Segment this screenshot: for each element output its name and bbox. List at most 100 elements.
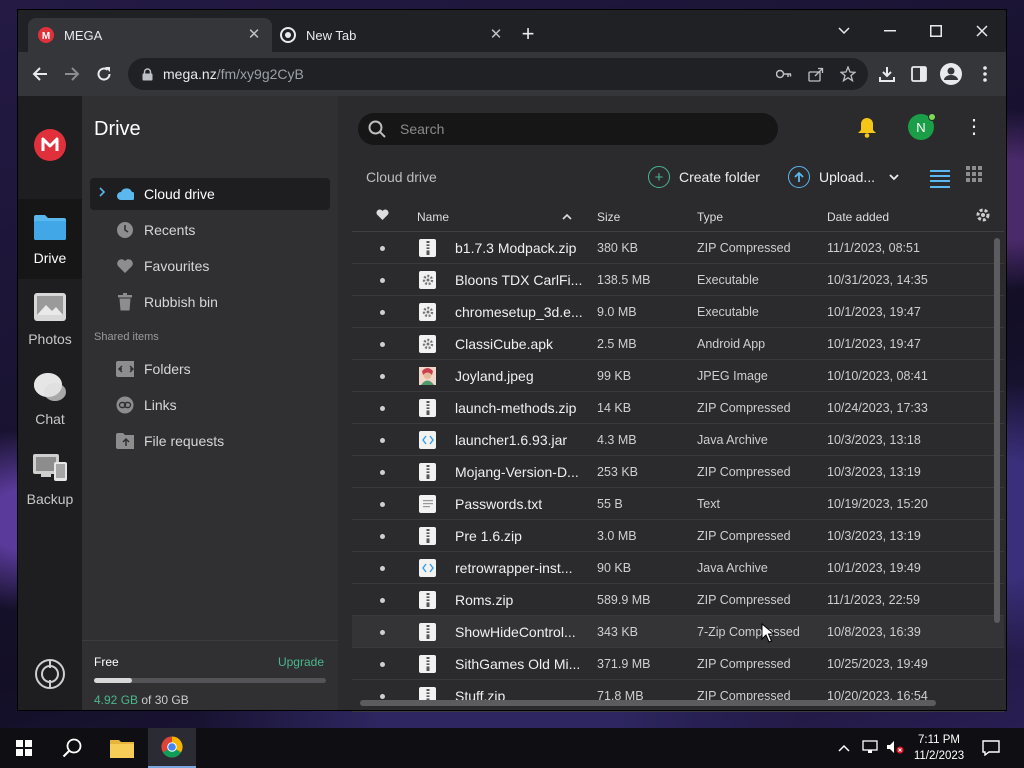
table-row[interactable]: retrowrapper-inst... 90 KB Java Archive 10/… bbox=[352, 552, 1004, 584]
upgrade-link[interactable]: Upgrade bbox=[278, 655, 324, 669]
mouse-cursor-icon bbox=[761, 622, 776, 648]
network-icon[interactable] bbox=[862, 740, 880, 757]
sidebar-item-recents[interactable]: Recents bbox=[90, 214, 330, 246]
taskbar-clock[interactable]: 7:11 PM 11/2/2023 bbox=[908, 732, 970, 764]
tab-search-icon[interactable] bbox=[824, 18, 864, 44]
horizontal-scrollbar[interactable] bbox=[360, 700, 936, 706]
key-icon[interactable] bbox=[775, 67, 792, 84]
zip-file-icon bbox=[419, 591, 436, 609]
tab-new-tab[interactable]: New Tab ✕ bbox=[270, 18, 514, 52]
sidebar-item-cloud-drive[interactable]: Cloud drive bbox=[90, 178, 330, 210]
downloads-icon[interactable] bbox=[873, 60, 901, 88]
chevron-down-icon[interactable] bbox=[889, 173, 899, 181]
chevron-right-icon[interactable] bbox=[98, 186, 106, 200]
favourite-dot[interactable] bbox=[380, 662, 385, 667]
table-row[interactable]: Stuff.zip 71.8 MB ZIP Compressed 10/20/2023… bbox=[352, 680, 1004, 712]
sort-ascending-icon[interactable] bbox=[562, 209, 572, 223]
notification-center-icon[interactable] bbox=[968, 728, 1014, 768]
favourite-dot[interactable] bbox=[380, 694, 385, 699]
share-icon[interactable] bbox=[808, 66, 824, 85]
column-name[interactable]: Name bbox=[417, 210, 449, 224]
mega-logo-icon[interactable] bbox=[34, 129, 66, 166]
rail-photos[interactable]: Photos bbox=[18, 279, 82, 359]
bookmark-star-icon[interactable] bbox=[839, 65, 857, 85]
favourite-dot[interactable] bbox=[380, 470, 385, 475]
column-settings-gear-icon[interactable] bbox=[975, 207, 991, 226]
table-row[interactable]: Bloons TDX CarlFi... 138.5 MB Executable 10… bbox=[352, 264, 1004, 296]
windows-start-icon[interactable] bbox=[0, 728, 48, 768]
rail-drive[interactable]: Drive bbox=[18, 199, 82, 279]
favourite-dot[interactable] bbox=[380, 406, 385, 411]
tab-mega[interactable]: M MEGA ✕ bbox=[28, 18, 272, 52]
table-row[interactable]: ClassiCube.apk 2.5 MB Android App 10/1/2023… bbox=[352, 328, 1004, 360]
forward-icon[interactable] bbox=[58, 60, 86, 88]
sidebar-item-favourites[interactable]: Favourites bbox=[90, 250, 330, 282]
table-row[interactable]: Pre 1.6.zip 3.0 MB ZIP Compressed 10/3/2023… bbox=[352, 520, 1004, 552]
maximize-icon[interactable] bbox=[916, 18, 956, 44]
favourite-dot[interactable] bbox=[380, 438, 385, 443]
favourite-column-heart-icon[interactable] bbox=[376, 209, 389, 224]
favourite-dot[interactable] bbox=[380, 278, 385, 283]
executable-file-icon bbox=[419, 303, 436, 321]
sidebar-item-folders[interactable]: Folders bbox=[90, 353, 330, 385]
notification-bell-icon[interactable] bbox=[856, 116, 878, 143]
browser-menu-icon[interactable] bbox=[971, 60, 999, 88]
favourite-dot[interactable] bbox=[380, 246, 385, 251]
favourite-dot[interactable] bbox=[380, 310, 385, 315]
table-row[interactable]: ShowHideControl... 343 KB 7-Zip Compressed… bbox=[352, 616, 1004, 648]
column-size[interactable]: Size bbox=[597, 210, 620, 224]
table-row[interactable]: b1.7.3 Modpack.zip 380 KB ZIP Compressed 11… bbox=[352, 232, 1004, 264]
address-bar[interactable]: mega.nz/fm/xy9g2CyB bbox=[128, 58, 868, 90]
tray-expand-icon[interactable] bbox=[838, 740, 850, 755]
sidebar-item-label: File requests bbox=[144, 433, 225, 449]
file-explorer-icon[interactable] bbox=[98, 728, 146, 768]
file-date-added: 10/24/2023, 17:33 bbox=[827, 401, 928, 415]
chrome-taskbar-icon[interactable] bbox=[148, 728, 196, 768]
grid-view-icon[interactable] bbox=[966, 166, 990, 190]
trash-icon bbox=[116, 293, 134, 311]
breadcrumb[interactable]: Cloud drive bbox=[366, 169, 437, 185]
table-row[interactable]: Passwords.txt 55 B Text 10/19/2023, 15:20 bbox=[352, 488, 1004, 520]
favourite-dot[interactable] bbox=[380, 566, 385, 571]
rail-chat[interactable]: Chat bbox=[18, 359, 82, 439]
table-row[interactable]: Roms.zip 589.9 MB ZIP Compressed 11/1/2023,… bbox=[352, 584, 1004, 616]
search-input[interactable]: Search bbox=[358, 113, 778, 145]
reload-icon[interactable] bbox=[90, 60, 118, 88]
table-row[interactable]: Mojang-Version-D... 253 KB ZIP Compressed 1… bbox=[352, 456, 1004, 488]
favourite-dot[interactable] bbox=[380, 598, 385, 603]
search-icon bbox=[368, 120, 386, 138]
user-avatar[interactable]: N bbox=[908, 113, 936, 140]
vertical-scrollbar[interactable] bbox=[994, 238, 1000, 623]
side-panel-icon[interactable] bbox=[905, 60, 933, 88]
transfer-manager-icon[interactable] bbox=[34, 658, 66, 695]
back-icon[interactable] bbox=[26, 60, 54, 88]
table-row[interactable]: launcher1.6.93.jar 4.3 MB Java Archive 10/3… bbox=[352, 424, 1004, 456]
table-row[interactable]: SithGames Old Mi... 371.9 MB ZIP Compresse… bbox=[352, 648, 1004, 680]
table-row[interactable]: launch-methods.zip 14 KB ZIP Compressed 10/… bbox=[352, 392, 1004, 424]
new-tab-button[interactable]: + bbox=[516, 23, 540, 47]
favourite-dot[interactable] bbox=[380, 374, 385, 379]
sidebar-item-rubbish-bin[interactable]: Rubbish bin bbox=[90, 286, 330, 318]
upload-button[interactable]: Upload... bbox=[788, 166, 899, 188]
list-view-icon[interactable] bbox=[930, 166, 954, 190]
window-close-icon[interactable] bbox=[962, 18, 1002, 44]
taskbar-search-icon[interactable] bbox=[48, 728, 96, 768]
favourite-dot[interactable] bbox=[380, 342, 385, 347]
volume-muted-icon[interactable] bbox=[886, 740, 904, 757]
more-options-icon[interactable]: ⋮ bbox=[964, 116, 984, 140]
table-row[interactable]: Joyland.jpeg 99 KB JPEG Image 10/10/2023, 0… bbox=[352, 360, 1004, 392]
table-row[interactable]: chromesetup_3d.e... 9.0 MB Executable 10/1/… bbox=[352, 296, 1004, 328]
create-folder-button[interactable]: + Create folder bbox=[648, 166, 760, 188]
close-tab-icon[interactable]: ✕ bbox=[246, 27, 262, 43]
favourite-dot[interactable] bbox=[380, 534, 385, 539]
column-date-added[interactable]: Date added bbox=[827, 210, 889, 224]
rail-backup[interactable]: Backup bbox=[18, 439, 82, 519]
minimize-icon[interactable] bbox=[870, 18, 910, 44]
profile-icon[interactable] bbox=[937, 60, 965, 88]
favourite-dot[interactable] bbox=[380, 630, 385, 635]
sidebar-item-links[interactable]: Links bbox=[90, 389, 330, 421]
close-tab-icon[interactable]: ✕ bbox=[488, 27, 504, 43]
column-type[interactable]: Type bbox=[697, 210, 723, 224]
sidebar-item-file-requests[interactable]: File requests bbox=[90, 425, 330, 457]
favourite-dot[interactable] bbox=[380, 502, 385, 507]
